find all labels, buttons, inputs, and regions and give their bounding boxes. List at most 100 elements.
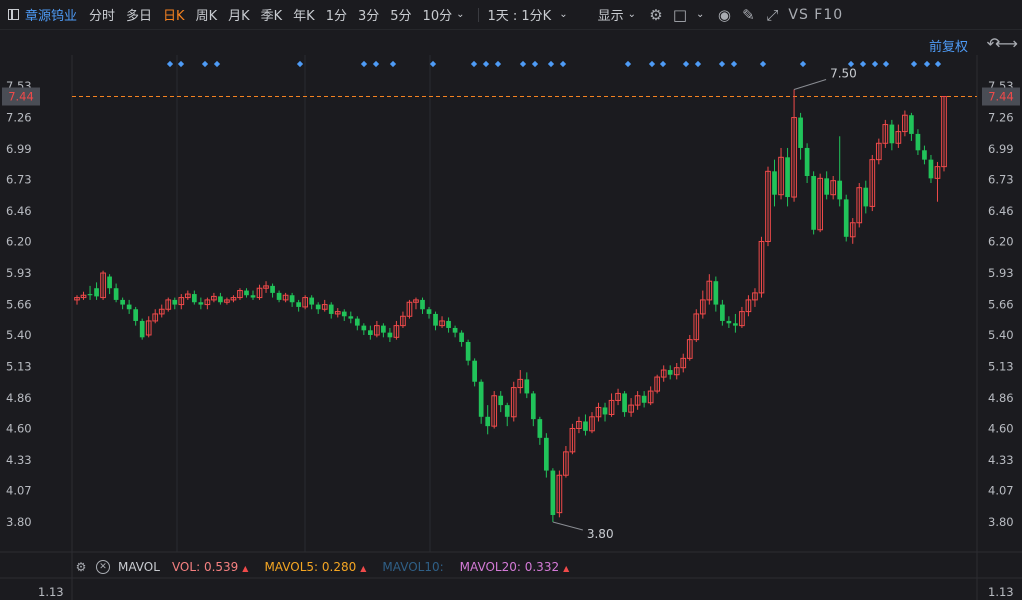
candle-body: [824, 178, 830, 195]
candle-body: [420, 299, 425, 310]
y-tick-label-left: 4.33: [6, 453, 32, 467]
candle-body: [622, 393, 627, 413]
event-marker-icon: [694, 60, 702, 68]
candle-body: [922, 150, 927, 160]
candle-body: [550, 470, 556, 515]
candle-body: [446, 320, 451, 328]
candle-body: [341, 311, 347, 317]
event-marker-icon: [871, 60, 879, 68]
event-marker-icon: [470, 60, 478, 68]
event-marker-icon: [531, 60, 539, 68]
legend-mavol5-label: MAVOL5:: [264, 560, 319, 574]
event-marker-icon: [718, 60, 726, 68]
event-marker-icon: [859, 60, 867, 68]
high-marker-label: 7.50: [830, 67, 857, 81]
candle-body: [530, 393, 536, 420]
candle-body: [387, 332, 393, 338]
event-marker-icon: [177, 60, 185, 68]
event-marker-icon: [213, 60, 221, 68]
current-price-label-left: 7.44: [8, 90, 34, 104]
candle-body: [804, 147, 810, 177]
event-marker-icon: [201, 60, 209, 68]
candle-body: [667, 370, 673, 375]
candle-body: [270, 285, 275, 293]
candle-body: [367, 330, 373, 335]
candle-body: [133, 309, 139, 321]
candle-body: [328, 304, 334, 314]
event-marker-icon: [296, 60, 304, 68]
y-tick-label-left: 3.80: [6, 515, 32, 529]
event-marker-icon: [659, 60, 667, 68]
candle-body: [733, 323, 738, 326]
y-tick-label-right: 5.93: [988, 266, 1014, 280]
low-marker-line: [552, 521, 584, 531]
candle-body: [87, 294, 93, 296]
y-tick-label-right: 4.86: [988, 391, 1014, 405]
candle-body: [107, 276, 112, 289]
candle-body: [583, 421, 588, 431]
event-marker-icon: [923, 60, 931, 68]
candle-body: [811, 176, 816, 230]
event-marker-icon: [494, 60, 502, 68]
legend-mavol5-value: 0.280: [321, 560, 357, 574]
y-tick-label-right: 6.46: [988, 204, 1014, 218]
high-marker-line: [793, 79, 827, 90]
candle-body: [315, 304, 321, 310]
candle-body: [244, 290, 249, 296]
candle-body: [361, 325, 367, 331]
y-tick-label-left: 6.73: [6, 173, 32, 187]
candle-body: [544, 437, 549, 471]
event-marker-icon: [648, 60, 656, 68]
y-tick-label-left: 6.46: [6, 204, 32, 218]
current-price-label-right: 7.44: [988, 90, 1014, 104]
candle-body: [889, 124, 895, 144]
candle-body: [289, 295, 295, 303]
y-tick-label-right: 5.13: [988, 360, 1014, 374]
y-tick-label-left: 5.13: [6, 360, 32, 374]
y-tick-label-right: 7.26: [988, 111, 1014, 125]
close-indicator-icon[interactable]: ✕: [96, 560, 110, 574]
y-tick-label-left: 5.93: [6, 266, 32, 280]
legend-mavol10-label: MAVOL10:: [382, 560, 444, 574]
y-tick-label-right: 5.40: [988, 328, 1014, 342]
y-tick-label-right: 4.07: [988, 483, 1014, 497]
candle-body: [433, 313, 438, 326]
candle-body: [837, 180, 843, 200]
y-tick-label-left: 4.60: [6, 421, 32, 435]
up-arrow-icon: ▲: [360, 564, 367, 573]
candle-body: [524, 379, 530, 394]
candle-body: [485, 416, 491, 427]
event-marker-icon: [519, 60, 527, 68]
event-marker-icon: [759, 60, 767, 68]
candle-body: [276, 292, 282, 300]
candle-body: [309, 297, 315, 305]
candle-body: [191, 294, 197, 303]
legend-vol-label: VOL:: [171, 560, 201, 574]
y-tick-label-left: 7.26: [6, 111, 32, 125]
y-tick-label-right: 4.33: [988, 453, 1014, 467]
volume-settings-icon[interactable]: ⚙: [74, 560, 88, 574]
candle-body: [465, 341, 471, 361]
candle-body: [843, 199, 849, 237]
candle-body: [113, 288, 119, 300]
y-tick-label-left: 5.66: [6, 298, 32, 312]
event-marker-icon: [934, 60, 942, 68]
y-tick-label-left: 6.99: [6, 142, 32, 156]
candle-body: [198, 302, 204, 305]
candle-body: [498, 395, 504, 406]
event-marker-icon: [682, 60, 690, 68]
legend-mavol20-label: MAVOL20:: [459, 560, 521, 574]
event-marker-icon: [166, 60, 174, 68]
candle-body: [726, 320, 732, 324]
volume-tick-right: 1.13: [988, 585, 1014, 599]
indicator-name[interactable]: MAVOL: [118, 560, 160, 574]
event-marker-icon: [389, 60, 397, 68]
candle-body: [909, 115, 914, 134]
candle-body: [504, 405, 510, 417]
event-marker-icon: [482, 60, 490, 68]
candle-body: [602, 407, 608, 415]
candle-body: [713, 281, 719, 305]
candle-body: [250, 295, 256, 298]
candle-body: [172, 299, 178, 305]
legend-mavol20: MAVOL20: 0.332 ▲: [460, 560, 570, 574]
